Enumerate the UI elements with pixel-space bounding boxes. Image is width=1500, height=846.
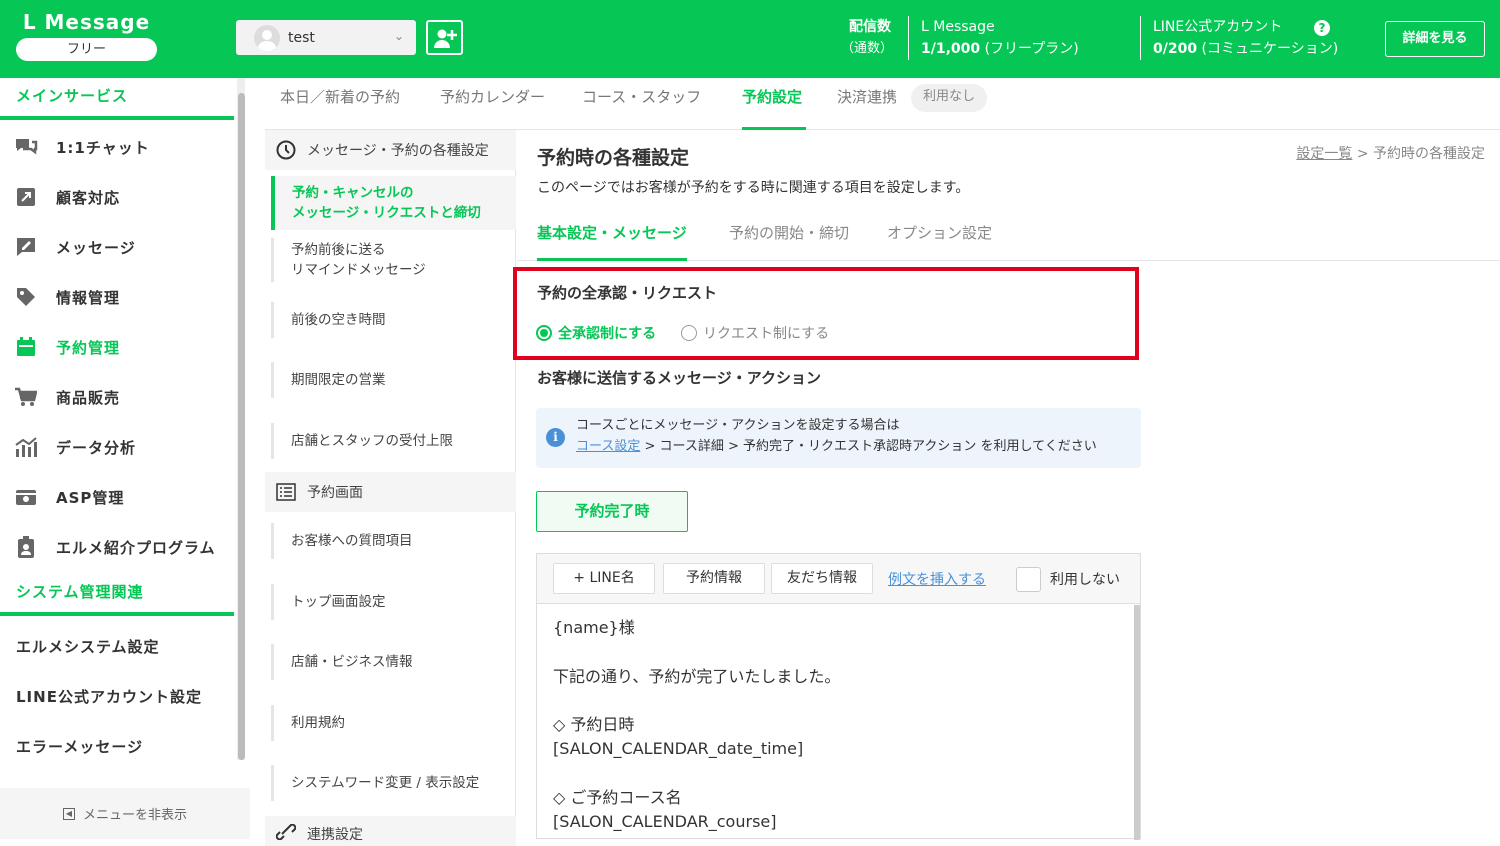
plan-badge: フリー [16,38,157,61]
sidebar-item-message[interactable]: メッセージ [0,222,234,272]
nav-item-capacity[interactable]: 店舗とスタッフの受付上限 [271,423,516,459]
logo[interactable]: L Message フリー [16,10,157,61]
sidebar-item-analytics[interactable]: データ分析 [0,422,234,472]
chevron-down-icon: ⌄ [393,29,404,43]
sidebar-item-info[interactable]: 情報管理 [0,272,234,322]
divider [1140,16,1141,60]
line-account-usage: LINE公式アカウント 0/200 (コミュニケーション) [1153,19,1339,57]
insert-example-link[interactable]: 例文を挿入する [888,569,986,589]
chat-icon [14,136,38,158]
sidebar-item-line-settings[interactable]: LINE公式アカウント設定 [0,672,234,722]
sidebar-scrollbar-thumb[interactable] [238,93,245,760]
message-body-textarea[interactable]: {name}様 下記の通り、予約が完了いたしました。 ◇ 予約日時 [SALON… [553,616,840,835]
cart-icon [14,386,38,408]
reservation-complete-button[interactable]: 予約完了時 [536,491,688,532]
radio-request[interactable]: リクエスト制にする [681,323,829,343]
message-icon [14,236,38,258]
subtab-options[interactable]: オプション設定 [887,212,992,261]
message-editor: + LINE名 予約情報 友だち情報 例文を挿入する 利用しない {name}様… [536,553,1141,840]
delivery-count-label: 配信数 （通数） [840,19,893,56]
help-icon[interactable]: ? [1314,20,1330,36]
insert-reservation-info-button[interactable]: 予約情報 [663,563,765,594]
nav-item-buffer-time[interactable]: 前後の空き時間 [271,302,516,338]
settings-nav: メッセージ・予約の各種設定 予約・キャンセルの メッセージ・リクエストと締切 予約… [265,130,516,846]
insert-line-name-button[interactable]: + LINE名 [553,563,655,594]
disable-label: 利用しない [1050,572,1120,588]
nav-section-message: メッセージ・予約の各種設定 [265,130,516,170]
sidebar-item-referral[interactable]: エルメ紹介プログラム [0,522,234,572]
lmessage-usage: L Message 1/1,000 (フリープラン) [921,19,1079,57]
approval-title: 予約の全承認・リクエスト [537,284,718,302]
page-title: 予約時の各種設定 [537,147,690,169]
tab-payment[interactable]: 決済連携 [837,78,897,130]
nav-item-limited-period[interactable]: 期間限定の営業 [271,362,516,398]
sidebar-section-system: システム管理関連 [0,574,234,616]
chart-icon [14,436,38,458]
info-icon: i [546,428,565,447]
collapse-icon: ◀ [62,807,75,820]
page-description: このページではお客様が予約をする時に関連する項目を設定します。 [537,180,970,196]
account-selector[interactable]: test ⌄ [236,20,416,55]
divider [908,16,909,60]
details-button[interactable]: 詳細を見る [1385,21,1485,57]
asp-icon [14,486,38,508]
top-tabs: 本日／新着の予約 予約カレンダー コース・スタッフ 予約設定 決済連携 [265,78,1500,130]
breadcrumb-link[interactable]: 設定一覧 [1296,146,1352,162]
link-icon [275,824,297,840]
sidebar-section-main: メインサービス [0,78,234,120]
sidebar-item-chat[interactable]: 1:1チャット [0,122,234,172]
tab-calendar[interactable]: 予約カレンダー [440,78,545,130]
sidebar-item-asp[interactable]: ASP管理 [0,472,234,522]
nav-item-remind[interactable]: 予約前後に送る リマインドメッセージ [271,238,516,282]
editor-scrollbar[interactable] [1134,605,1140,840]
subtab-start-end[interactable]: 予約の開始・締切 [729,212,849,261]
list-icon [275,483,297,501]
subtab-basic[interactable]: 基本設定・メッセージ [537,212,687,261]
messages-section-title: お客様に送信するメッセージ・アクション [537,369,821,387]
hide-menu-button[interactable]: ◀ メニューを非表示 [0,788,250,839]
nav-item-top-screen[interactable]: トップ画面設定 [271,584,516,620]
radio-full-approval[interactable]: 全承認制にする [536,323,656,343]
tab-reservation-settings[interactable]: 予約設定 [742,78,806,130]
logo-text: L Message [22,10,151,34]
info-box: i コースごとにメッセージ・アクションを設定する場合は コース設定 > コース詳… [536,408,1141,468]
tab-today[interactable]: 本日／新着の予約 [280,78,400,130]
breadcrumb-current: 予約時の各種設定 [1373,146,1485,162]
radio-unchecked-icon [681,325,697,341]
editor-toolbar: + LINE名 予約情報 友だち情報 例文を挿入する 利用しない [537,554,1140,604]
nav-section-integration: 連携設定 [265,816,516,846]
highlight-box [513,267,1139,360]
insert-friend-info-button[interactable]: 友だち情報 [771,563,873,594]
top-bar: L Message フリー test ⌄ 配信数 （通数） L Message … [0,0,1500,78]
status-badge: 利用なし [911,84,987,112]
nav-item-system-words[interactable]: システムワード変更 / 表示設定 [271,765,516,801]
tag-icon [14,286,38,308]
clock-icon [275,140,297,160]
account-name: test [288,29,315,46]
referral-icon [14,536,38,558]
course-settings-link[interactable]: コース設定 [576,439,640,454]
customer-icon [14,186,38,208]
disable-checkbox[interactable] [1016,567,1041,592]
nav-item-questions[interactable]: お客様への質問項目 [271,523,516,559]
sub-tabs: 基本設定・メッセージ 予約の開始・締切 オプション設定 [517,212,1500,261]
radio-checked-icon [536,325,552,341]
nav-item-business-info[interactable]: 店舗・ビジネス情報 [271,644,516,680]
breadcrumb: 設定一覧 > 予約時の各種設定 [1296,146,1485,162]
sidebar-item-sales[interactable]: 商品販売 [0,372,234,422]
sidebar: メインサービス 1:1チャット 顧客対応 メッセージ 情報管理 予約管理 商品販… [0,78,250,839]
add-user-icon [433,29,457,48]
nav-item-reservation-cancel[interactable]: 予約・キャンセルの メッセージ・リクエストと締切 [271,176,516,230]
sidebar-item-customer[interactable]: 顧客対応 [0,172,234,222]
sidebar-item-system-settings[interactable]: エルメシステム設定 [0,622,234,672]
calendar-icon [14,336,38,358]
sidebar-item-reservation[interactable]: 予約管理 [0,322,234,372]
nav-section-screen: 予約画面 [265,472,516,512]
nav-item-terms[interactable]: 利用規約 [271,705,516,741]
tab-course-staff[interactable]: コース・スタッフ [582,78,701,130]
avatar [254,24,280,51]
add-user-button[interactable] [426,20,463,55]
sidebar-item-error-messages[interactable]: エラーメッセージ [0,722,234,772]
